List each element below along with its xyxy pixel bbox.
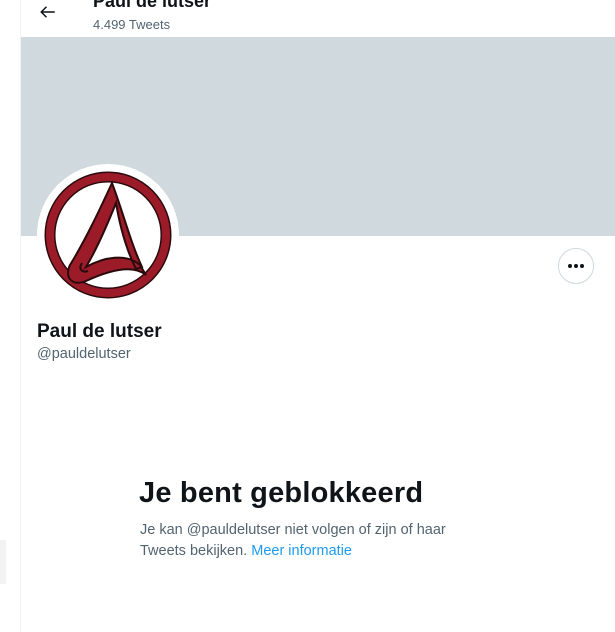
tweet-count: 4.499 Tweets	[93, 17, 171, 32]
profile-handle: @pauldelutser	[37, 346, 131, 362]
left-sidebar-edge	[0, 540, 6, 584]
profile-header: Paul de lutser 4.499 Tweets	[21, 0, 615, 37]
blocked-title: Je bent geblokkeerd	[139, 477, 424, 509]
arrow-left-icon	[40, 6, 55, 18]
profile-page: Paul de lutser 4.499 Tweets Paul de luts…	[0, 0, 615, 632]
header-title: Paul de lutser	[93, 0, 212, 11]
more-info-link[interactable]: Meer informatie	[251, 543, 352, 559]
ellipsis-icon	[568, 264, 584, 268]
blocked-message-block: Je kan @pauldelutser niet volgen of zijn…	[140, 520, 470, 562]
profile-name: Paul de lutser	[37, 321, 162, 342]
more-options-button[interactable]	[558, 248, 594, 284]
atheism-a-logo	[44, 171, 172, 299]
avatar[interactable]	[37, 164, 179, 306]
back-button[interactable]	[35, 0, 61, 24]
